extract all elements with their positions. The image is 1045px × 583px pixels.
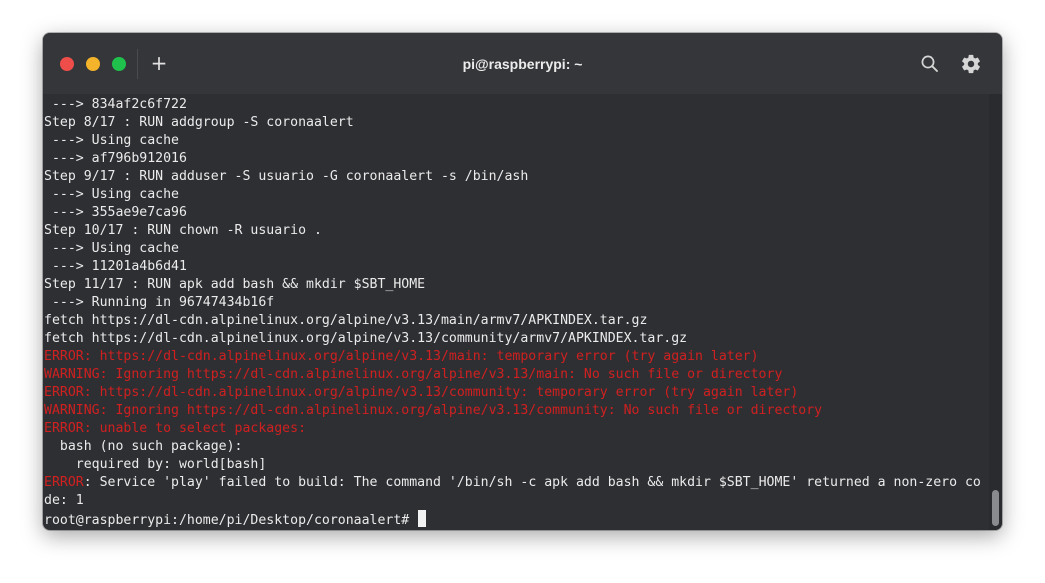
failure-message: : Service 'play' failed to build: The co… bbox=[83, 475, 981, 490]
error-prefix: ERROR bbox=[44, 475, 84, 490]
terminal-output[interactable]: ---> 834af2c6f722 Step 8/17 : RUN addgro… bbox=[43, 94, 989, 530]
output-line: required by: world[bash] bbox=[44, 457, 267, 472]
search-icon bbox=[921, 55, 938, 72]
terminal-window: + pi@raspberrypi: ~ ---> 834af2c6f722 St… bbox=[43, 33, 1002, 530]
output-line: ---> af796b912016 bbox=[44, 151, 187, 166]
output-line: Step 10/17 : RUN chown -R usuario . bbox=[44, 223, 322, 238]
build-failure-line: ERROR: Service 'play' failed to build: T… bbox=[44, 474, 981, 492]
output-line: Step 11/17 : RUN apk add bash && mkdir $… bbox=[44, 277, 426, 292]
output-line: ---> Using cache bbox=[44, 187, 179, 202]
output-line: ---> Using cache bbox=[44, 133, 179, 148]
scrollbar-thumb[interactable] bbox=[992, 490, 999, 526]
warning-line: WARNING: Ignoring https://dl-cdn.alpinel… bbox=[44, 367, 783, 382]
error-line: ERROR: https://dl-cdn.alpinelinux.org/al… bbox=[44, 385, 799, 400]
settings-button[interactable] bbox=[960, 53, 982, 75]
error-line: ERROR: unable to select packages: bbox=[44, 421, 307, 436]
output-line: ---> 834af2c6f722 bbox=[44, 97, 187, 112]
gear-icon bbox=[962, 54, 980, 74]
output-line: fetch https://dl-cdn.alpinelinux.org/alp… bbox=[44, 331, 688, 346]
warning-line: WARNING: Ignoring https://dl-cdn.alpinel… bbox=[44, 403, 823, 418]
prompt-line[interactable]: root@raspberrypi:/home/pi/Desktop/corona… bbox=[44, 510, 427, 528]
output-line: de: 1 bbox=[44, 493, 84, 508]
error-line: ERROR: https://dl-cdn.alpinelinux.org/al… bbox=[44, 349, 759, 364]
window-title: pi@raspberrypi: ~ bbox=[462, 56, 583, 72]
output-line: ---> Running in 96747434b16f bbox=[44, 295, 275, 310]
scrollbar[interactable] bbox=[989, 94, 1002, 530]
output-line: ---> 355ae9e7ca96 bbox=[44, 205, 187, 220]
output-line: ---> 11201a4b6d41 bbox=[44, 259, 187, 274]
output-line: Step 9/17 : RUN adduser -S usuario -G co… bbox=[44, 169, 529, 184]
search-button[interactable] bbox=[920, 54, 940, 74]
output-line: ---> Using cache bbox=[44, 241, 179, 256]
shell-prompt: root@raspberrypi:/home/pi/Desktop/corona… bbox=[44, 513, 418, 528]
output-line: Step 8/17 : RUN addgroup -S coronaalert bbox=[44, 115, 354, 130]
title-bar: + pi@raspberrypi: ~ bbox=[43, 33, 1002, 94]
output-line: bash (no such package): bbox=[44, 439, 243, 454]
text-cursor bbox=[418, 510, 427, 527]
output-line: fetch https://dl-cdn.alpinelinux.org/alp… bbox=[44, 313, 648, 328]
